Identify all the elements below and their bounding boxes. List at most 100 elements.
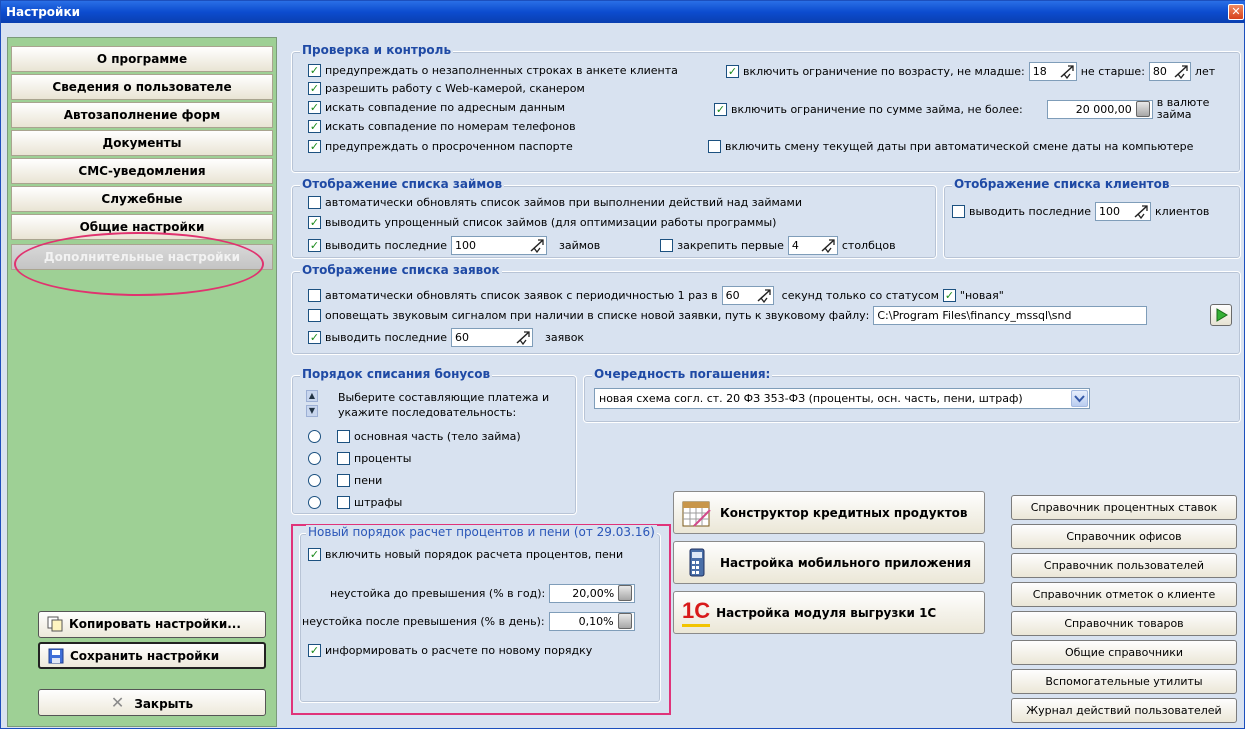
interest-enable-row[interactable]: ✓ включить новый порядок расчета проценто… <box>308 548 623 561</box>
ref-users-button[interactable]: Справочник пользователей <box>1011 553 1237 578</box>
checkbox-unchecked[interactable] <box>952 205 965 218</box>
nav-service[interactable]: Служебные <box>11 186 273 212</box>
move-up-icon[interactable]: ▲ <box>306 390 318 402</box>
save-settings-button[interactable]: Сохранить настройки <box>38 642 266 669</box>
bonus-item[interactable]: пени <box>308 474 382 487</box>
age-min-input[interactable]: 18 <box>1028 62 1077 81</box>
spin-icon[interactable] <box>515 330 531 345</box>
clients-count-input[interactable]: 100 <box>1095 202 1152 221</box>
penalty-after-value: 0,10% <box>578 615 614 628</box>
check-row-3[interactable]: ✓ искать совпадение по адресным данным <box>308 101 565 114</box>
calculator-icon[interactable] <box>1135 100 1150 117</box>
checkbox-unchecked[interactable] <box>337 474 350 487</box>
sound-path-input[interactable]: C:\Program Files\financy_mssql\snd <box>873 306 1148 325</box>
radio-button[interactable] <box>308 496 321 509</box>
loans-count-input[interactable]: 100 <box>451 236 548 255</box>
checkbox-checked[interactable]: ✓ <box>308 101 321 114</box>
requests-count-input[interactable]: 60 <box>451 328 534 347</box>
radio-button[interactable] <box>308 452 321 465</box>
spin-icon[interactable] <box>1173 64 1189 79</box>
sum-unit-line-2: займа <box>1156 108 1192 121</box>
checkbox-unchecked[interactable] <box>337 430 350 443</box>
checkbox-checked[interactable]: ✓ <box>308 140 321 153</box>
spin-icon[interactable] <box>1133 204 1149 219</box>
ref-general-button[interactable]: Общие справочники <box>1011 640 1237 665</box>
check-row-4[interactable]: ✓ искать совпадение по номерам телефонов <box>308 120 576 133</box>
move-down-icon[interactable]: ▼ <box>306 405 318 417</box>
ref-offices-button[interactable]: Справочник офисов <box>1011 524 1237 549</box>
checkbox-unchecked[interactable] <box>708 140 721 153</box>
checkbox-unchecked[interactable] <box>337 496 350 509</box>
floppy-icon <box>48 648 64 664</box>
bonus-item[interactable]: штрафы <box>308 496 402 509</box>
loans-auto-refresh[interactable]: автоматически обновлять список займов пр… <box>308 196 802 209</box>
nav-documents[interactable]: Документы <box>11 130 273 156</box>
nav-user-info[interactable]: Сведения о пользователе <box>11 74 273 100</box>
calculator-icon[interactable] <box>618 585 633 601</box>
checkbox-checked[interactable]: ✓ <box>308 331 321 344</box>
checkbox-unchecked[interactable] <box>308 196 321 209</box>
chevron-down-icon[interactable] <box>1071 390 1088 407</box>
checkbox-checked[interactable]: ✓ <box>308 644 321 657</box>
checkbox-checked[interactable]: ✓ <box>308 239 321 252</box>
loans-simple-list[interactable]: ✓ выводить упрощенный список займов (для … <box>308 216 776 229</box>
checkbox-unchecked[interactable] <box>337 452 350 465</box>
spin-icon[interactable] <box>1059 64 1075 79</box>
nav-sms[interactable]: СМС-уведомления <box>11 158 273 184</box>
window-title: Настройки <box>6 5 81 19</box>
checkbox-checked[interactable]: ✓ <box>308 82 321 95</box>
group-interest: Новый порядок расчет процентов и пени (о… <box>299 525 661 703</box>
check-label: выводить последние <box>969 205 1092 218</box>
check-row-5[interactable]: ✓ предупреждать о просроченном паспорте <box>308 140 573 153</box>
sum-limit-input[interactable]: 20 000,00 <box>1046 99 1153 119</box>
checkbox-checked[interactable]: ✓ <box>308 64 321 77</box>
spin-icon[interactable] <box>529 238 545 253</box>
spin-icon[interactable] <box>820 238 836 253</box>
close-button[interactable]: ✕ Закрыть <box>38 689 266 716</box>
loans-show-last-row: ✓ выводить последние 100 займов закрепит… <box>308 236 896 255</box>
loans-count-unit: займов <box>559 239 601 252</box>
checkbox-checked[interactable]: ✓ <box>308 548 321 561</box>
pin-columns-input[interactable]: 4 <box>787 236 838 255</box>
spin-icon[interactable] <box>756 288 772 303</box>
bonus-item[interactable]: основная часть (тело займа) <box>308 430 521 443</box>
ref-client-marks-button[interactable]: Справочник отметок о клиенте <box>1011 582 1237 607</box>
interest-inform-row[interactable]: ✓ информировать о расчете по новому поряд… <box>308 644 592 657</box>
check-row-2[interactable]: ✓ разрешить работу с Web-камерой, сканеро… <box>308 82 585 95</box>
close-window-button[interactable]: ✕ <box>1228 4 1244 20</box>
credit-constructor-button[interactable]: Конструктор кредитных продуктов <box>673 491 985 534</box>
calculator-icon[interactable] <box>617 613 632 629</box>
radio-button[interactable] <box>308 474 321 487</box>
nav-about[interactable]: О программе <box>11 46 273 72</box>
group-queue: Очередность погашения: новая схема согл.… <box>583 367 1241 423</box>
age-max-input[interactable]: 80 <box>1148 62 1191 81</box>
penalty-after-input[interactable]: 0,10% <box>548 612 635 631</box>
requests-interval-input[interactable]: 60 <box>721 286 774 305</box>
checkbox-unchecked[interactable] <box>308 289 321 302</box>
date-change-row[interactable]: включить смену текущей даты при автомати… <box>708 140 1193 153</box>
age-limit-checkbox[interactable]: ✓ <box>726 65 739 78</box>
sum-limit-checkbox[interactable]: ✓ <box>714 102 727 116</box>
ref-rates-button[interactable]: Справочник процентных ставок <box>1011 495 1237 520</box>
checkbox-unchecked[interactable] <box>308 309 321 322</box>
requests-auto-refresh-row: автоматически обновлять список заявок с … <box>308 286 1004 305</box>
utilities-button[interactable]: Вспомогательные утилиты <box>1011 669 1237 694</box>
ref-goods-button[interactable]: Справочник товаров <box>1011 611 1237 636</box>
radio-button[interactable] <box>308 430 321 443</box>
check-row-1[interactable]: ✓ предупреждать о незаполненных строках в… <box>308 64 678 77</box>
bonus-hint: Выберите составляющие платежа и укажите … <box>338 390 549 420</box>
checkbox-checked[interactable]: ✓ <box>308 216 321 229</box>
onec-export-button[interactable]: 1С Настройка модуля выгрузки 1С <box>673 591 985 634</box>
bonus-item[interactable]: проценты <box>308 452 411 465</box>
mobile-app-settings-button[interactable]: Настройка мобильного приложения <box>673 541 985 584</box>
status-new-checkbox[interactable]: ✓ <box>942 289 956 302</box>
queue-select[interactable]: новая схема согл. ст. 20 ФЗ 353-ФЗ (проц… <box>594 388 1090 409</box>
nav-autofill[interactable]: Автозаполнение форм <box>11 102 273 128</box>
copy-settings-button[interactable]: Копировать настройки... <box>38 611 266 638</box>
user-log-button[interactable]: Журнал действий пользователей <box>1011 698 1237 723</box>
checkbox-checked[interactable]: ✓ <box>308 120 321 133</box>
play-sound-button[interactable] <box>1210 304 1232 326</box>
check-label: выводить последние <box>325 331 448 344</box>
penalty-before-input[interactable]: 20,00% <box>549 584 636 603</box>
checkbox-unchecked[interactable] <box>660 239 674 252</box>
